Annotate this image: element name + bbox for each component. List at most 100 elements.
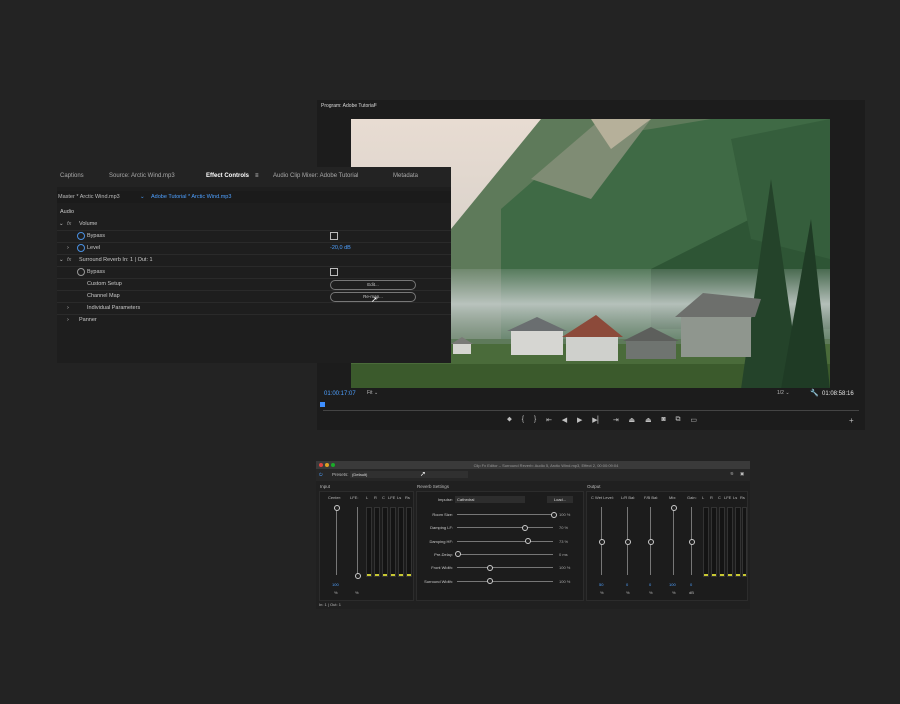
slider-track[interactable]	[457, 527, 553, 529]
slider-track[interactable]	[457, 514, 553, 515]
step-forward-icon[interactable]: ▶▏	[592, 416, 603, 426]
preset-dropdown[interactable]: (Default)	[350, 471, 468, 478]
safe-margins-icon[interactable]: ▭	[690, 416, 697, 426]
wand-icon[interactable]: ⚟	[730, 471, 734, 477]
chevron-right-icon[interactable]: ›	[67, 305, 69, 311]
lfe-slider[interactable]	[357, 507, 358, 575]
center-slider-handle[interactable]	[334, 505, 340, 511]
slider-value[interactable]: 70 %	[559, 525, 568, 530]
slider-handle[interactable]	[486, 578, 493, 584]
resolution-dropdown[interactable]: 1/2 ⌄	[777, 390, 790, 396]
slider-value[interactable]: 100 %	[559, 512, 570, 517]
slider-handle[interactable]	[525, 538, 532, 545]
fb-bal-value[interactable]: 0	[649, 582, 651, 587]
bypass-checkbox[interactable]	[330, 232, 338, 240]
slider-value[interactable]: 0 ms	[559, 552, 568, 557]
lr-bal-handle[interactable]	[625, 539, 631, 545]
slider-track[interactable]	[457, 580, 553, 582]
button-editor-icon[interactable]: +	[849, 416, 854, 425]
slider-handle[interactable]	[522, 524, 529, 531]
fx-icon[interactable]: fx	[67, 257, 71, 263]
load-button[interactable]: Load...	[547, 496, 573, 503]
c-wet-level-value[interactable]: 50	[599, 582, 603, 587]
time-ruler[interactable]	[323, 404, 859, 411]
fx-icon[interactable]: fx	[67, 221, 71, 227]
output-ch-1: R	[710, 495, 713, 500]
slider-value[interactable]: 100 %	[559, 565, 570, 570]
tab-source[interactable]: Source: Arctic Wind.mp3	[109, 173, 175, 179]
slider-label: Front Width:	[431, 565, 453, 571]
stopwatch-icon[interactable]	[77, 244, 85, 252]
slider-track[interactable]	[457, 553, 553, 555]
add-marker-icon[interactable]: ⬥	[507, 416, 512, 426]
chevron-right-icon[interactable]: ›	[67, 245, 69, 251]
slider-value[interactable]: 73 %	[559, 539, 568, 544]
master-clip-tab[interactable]: Master * Arctic Wind.mp3	[58, 194, 120, 200]
panner-label: Panner	[79, 317, 97, 323]
mix-value[interactable]: 100	[669, 582, 676, 587]
tab-metadata[interactable]: Metadata	[393, 173, 418, 179]
minimize-window-icon[interactable]	[325, 463, 329, 467]
center-slider[interactable]	[336, 507, 337, 575]
slider-label: Room Size:	[432, 512, 453, 517]
tab-effect-controls[interactable]: Effect Controls	[206, 173, 249, 179]
center-label: Center:	[328, 495, 342, 500]
play-icon[interactable]: ▶	[577, 416, 582, 426]
slider-value[interactable]: 100 %	[559, 579, 570, 584]
reverb-bypass-checkbox[interactable]	[330, 268, 338, 276]
impulse-dropdown[interactable]: Cathedral	[455, 496, 525, 503]
panel-menu-icon[interactable]: ≡	[374, 102, 377, 108]
current-timecode[interactable]: 01:00:17:07	[324, 391, 356, 397]
power-icon[interactable]: ⏻	[319, 472, 323, 477]
fit-dropdown[interactable]: Fit ⌄	[367, 390, 393, 398]
go-to-out-icon[interactable]: ⇥	[613, 416, 619, 426]
chevron-down-icon[interactable]: ⌄	[59, 257, 64, 263]
step-back-icon[interactable]: ◀	[562, 416, 567, 426]
lr-bal-value[interactable]: 0	[626, 582, 628, 587]
stopwatch-icon[interactable]	[77, 232, 85, 240]
stopwatch-icon[interactable]	[77, 268, 85, 276]
mix-handle[interactable]	[671, 505, 677, 511]
slider-handle[interactable]	[551, 511, 557, 518]
close-window-icon[interactable]	[319, 463, 323, 467]
window-toggle-icon[interactable]: ▣	[740, 471, 744, 477]
center-value[interactable]: 100	[332, 582, 339, 587]
extract-icon[interactable]: ⏏	[645, 416, 652, 426]
panner-row[interactable]: › Panner	[57, 314, 451, 326]
fb-bal-handle[interactable]	[648, 539, 654, 545]
gain-handle[interactable]	[689, 539, 695, 545]
output-ch-3: LFE	[724, 495, 732, 500]
tab-audio-clip-mixer[interactable]: Audio Clip Mixer: Adobe Tutorial	[273, 173, 358, 179]
reverb-settings-panel: Impulse: Cathedral Load... Room Size: 100…	[416, 491, 584, 601]
output-meter	[719, 507, 725, 577]
maximize-window-icon[interactable]	[331, 463, 335, 467]
wrench-icon[interactable]: 🔧	[810, 389, 819, 397]
lift-icon[interactable]: ⏏	[629, 416, 636, 426]
chevron-down-icon[interactable]: ⌄	[59, 221, 64, 227]
sequence-clip-tab[interactable]: Adobe Tutorial * Arctic Wind.mp3	[151, 194, 231, 200]
slider-track[interactable]	[457, 567, 553, 569]
comparison-view-icon[interactable]: ⧉	[676, 416, 681, 426]
slider-label: Surround Width:	[424, 578, 453, 584]
chevron-down-icon[interactable]: ⌄	[140, 194, 145, 200]
input-ch-5: Rs	[405, 495, 410, 500]
gain-value[interactable]: 0	[690, 582, 692, 587]
mark-out-icon[interactable]: }	[534, 416, 536, 426]
level-value[interactable]: -20,0 dB	[330, 245, 351, 251]
export-frame-icon[interactable]: ◙	[661, 416, 665, 426]
slider-track[interactable]	[457, 540, 553, 542]
mix-label: Mix:	[669, 495, 677, 500]
tab-menu-icon[interactable]: ≡	[255, 173, 259, 179]
slider-handle[interactable]	[486, 564, 493, 571]
go-to-in-icon[interactable]: ⇤	[546, 416, 552, 426]
volume-label: Volume	[79, 221, 98, 227]
mark-in-icon[interactable]: {	[522, 416, 524, 426]
chevron-right-icon[interactable]: ›	[67, 317, 69, 323]
slider-handle[interactable]	[455, 551, 461, 558]
tab-captions[interactable]: Captions	[60, 173, 84, 179]
edit-button[interactable]: Edit...	[330, 280, 416, 290]
playhead[interactable]	[320, 402, 325, 407]
lfe-slider-handle[interactable]	[355, 573, 361, 579]
mix-slider[interactable]	[673, 507, 674, 575]
c-wet-level-handle[interactable]	[599, 539, 605, 545]
